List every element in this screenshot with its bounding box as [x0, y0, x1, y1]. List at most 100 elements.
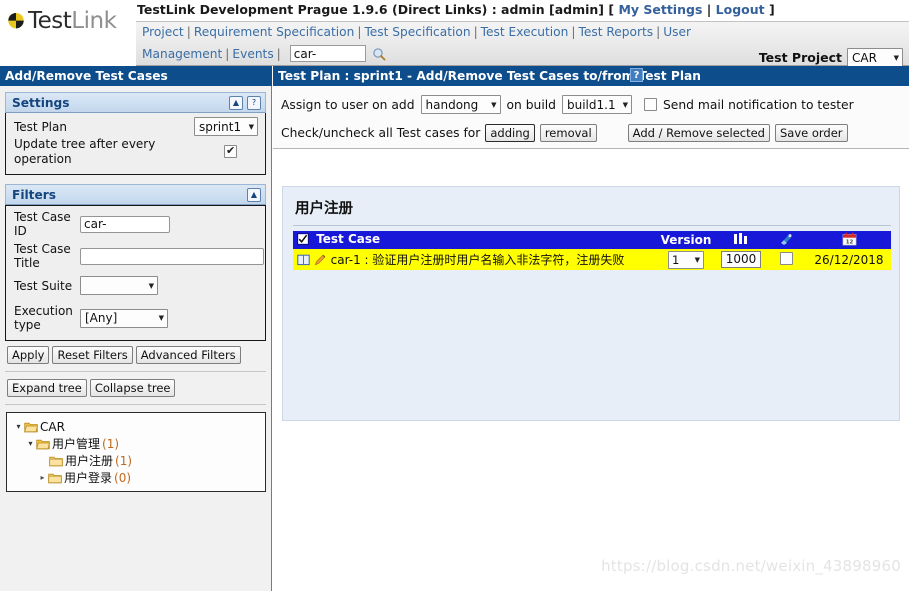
nav-item-requirement-specification[interactable]: Requirement Specification — [194, 25, 355, 39]
assign-user-select-wrap: handong — [420, 95, 501, 114]
watermark-text: https://blog.csdn.net/weixin_43898960 — [601, 557, 901, 575]
test-project-selector: Test Project CAR — [759, 48, 903, 67]
expand-tree-button[interactable]: Expand tree — [7, 379, 87, 397]
tester-plug-icon — [765, 231, 807, 249]
app-root: TestLink TestLink Development Prague 1.9… — [0, 0, 909, 593]
divider — [5, 371, 266, 372]
nav-item-test-specification[interactable]: Test Specification — [364, 25, 470, 39]
filters-panel-header: Filters ▲ — [5, 184, 266, 205]
table-header-row: Test Case Version 12 — [293, 231, 891, 249]
test-suite-label: Test Suite — [14, 278, 73, 293]
collapse-tree-button[interactable]: Collapse tree — [89, 379, 176, 397]
select-all-checkbox[interactable] — [297, 233, 309, 248]
build-select[interactable]: build1.1 — [561, 95, 632, 114]
chevron-up-icon[interactable]: ▲ — [229, 96, 243, 110]
exec-type-select-wrap: [Any] — [80, 308, 168, 328]
test-plan-select[interactable]: sprint1 — [194, 117, 258, 136]
table-row[interactable]: car-1 : 验证用户注册时用户名输入非法字符，注册失败 1 1000 — [293, 249, 891, 270]
test-plan-label: Test Plan — [14, 120, 67, 134]
pencil-icon[interactable] — [314, 254, 326, 269]
tree-node-car[interactable]: ▾ CAR — [11, 418, 261, 435]
adding-button[interactable]: adding — [485, 124, 535, 142]
nav-item-management[interactable]: Management — [142, 47, 222, 61]
nav-separator: | — [656, 25, 661, 39]
nav-item-test-execution[interactable]: Test Execution — [481, 25, 569, 39]
nav-separator: | — [571, 25, 576, 39]
tree-node-user-management[interactable]: ▾ 用户管理 (1) — [11, 435, 261, 452]
version-select-wrap: 1 — [668, 250, 704, 269]
advanced-filters-button[interactable]: Advanced Filters — [135, 346, 241, 364]
top-header: TestLink TestLink Development Prague 1.9… — [0, 0, 909, 67]
nav-item-events[interactable]: Events — [232, 47, 273, 61]
search-icon[interactable] — [372, 46, 387, 61]
app-title-bar: TestLink Development Prague 1.9.6 (Direc… — [135, 0, 909, 20]
nav-item-test-reports[interactable]: Test Reports — [578, 25, 653, 39]
filter-row-test-suite: Test Suite — [14, 276, 158, 295]
content-toolbar: Assign to user on add handong on build b… — [273, 87, 909, 149]
folder-icon — [48, 472, 64, 484]
search-input[interactable] — [289, 45, 366, 62]
test-project-select-wrap: CAR — [847, 48, 903, 67]
save-order-button[interactable]: Save order — [774, 124, 848, 142]
build-select-wrap: build1.1 — [561, 95, 632, 114]
chevron-down-icon[interactable]: ▾ — [13, 422, 24, 431]
assign-user-select[interactable]: handong — [420, 95, 501, 114]
tree-node-count: (0) — [114, 470, 132, 485]
tester-checkbox[interactable] — [779, 251, 793, 265]
app-title-text: TestLink Development Prague 1.9.6 (Direc… — [137, 2, 619, 17]
check-all-label: Check/uncheck all Test cases for — [281, 126, 481, 140]
main-navigation: Project | Requirement Specification | Test S… — [136, 21, 909, 67]
nav-separator: | — [276, 46, 281, 61]
version-select[interactable]: 1 — [668, 250, 704, 269]
test-suite-select[interactable] — [80, 276, 158, 295]
settings-panel-header: Settings ▲ ? — [5, 92, 266, 113]
test-case-name: car-1 : 验证用户注册时用户名输入非法字符，注册失败 — [330, 252, 625, 267]
tree-node-count: (1) — [115, 453, 133, 468]
divider — [5, 404, 266, 405]
my-settings-link[interactable]: My Settings — [618, 2, 702, 17]
toolbar-row-assign: Assign to user on add handong on build b… — [281, 95, 854, 114]
build-label: on build — [506, 97, 556, 112]
test-case-version-cell: 1 — [655, 249, 717, 270]
exec-type-select[interactable]: [Any] — [80, 308, 168, 328]
nav-item-user[interactable]: User — [663, 25, 691, 39]
testlink-logo[interactable]: TestLink — [7, 8, 117, 34]
filters-panel-title: Filters — [12, 188, 57, 202]
tree-action-buttons: Expand tree Collapse tree — [7, 379, 266, 397]
removal-button[interactable]: removal — [539, 124, 597, 142]
add-remove-selected-button[interactable]: Add / Remove selected — [627, 124, 770, 142]
divider — [293, 225, 891, 226]
chevron-up-icon[interactable]: ▲ — [247, 188, 261, 202]
apply-button[interactable]: Apply — [7, 346, 50, 364]
reset-filters-button[interactable]: Reset Filters — [52, 346, 133, 364]
calendar-icon: 12 — [807, 231, 891, 249]
tree-node-label: 用户管理 — [52, 437, 101, 451]
nav-item-project[interactable]: Project — [142, 25, 184, 39]
main-content: Test Plan : sprint1 - Add/Remove Test Ca… — [273, 66, 909, 593]
settings-panel-body: Test Plan sprint1 Update tree after ever… — [5, 113, 266, 175]
tree-node-user-login[interactable]: ▸ 用户登录 (0) — [11, 469, 261, 486]
chevron-down-icon[interactable]: ▾ — [25, 439, 36, 448]
chevron-right-icon[interactable]: ▸ — [37, 473, 48, 482]
question-mark-icon[interactable]: ? — [247, 96, 261, 110]
send-mail-checkbox[interactable] — [643, 98, 657, 111]
test-project-select[interactable]: CAR — [847, 48, 903, 67]
logout-link[interactable]: Logout — [716, 2, 765, 17]
filter-row-exec-type: Execution type [Any] — [14, 304, 168, 332]
test-project-label: Test Project — [758, 50, 842, 65]
priority-value[interactable]: 1000 — [721, 251, 761, 268]
tc-title-input[interactable] — [80, 247, 264, 265]
nav-separator: | — [225, 46, 230, 61]
testlink-shield-icon — [7, 12, 25, 30]
document-icon[interactable] — [297, 254, 310, 269]
tc-id-input[interactable] — [80, 215, 170, 233]
filter-row-tc-id: Test Case ID — [14, 210, 170, 238]
update-tree-checkbox[interactable] — [224, 144, 237, 158]
logo-text-first: Test — [28, 8, 72, 34]
question-mark-icon[interactable]: ? — [630, 68, 643, 82]
nav-row-secondary: Management | Events | — [142, 45, 387, 62]
folder-icon — [49, 455, 65, 467]
nav-separator: | — [357, 25, 362, 39]
tree-node-user-register[interactable]: 用户注册 (1) — [11, 452, 261, 469]
svg-text:12: 12 — [845, 239, 853, 245]
